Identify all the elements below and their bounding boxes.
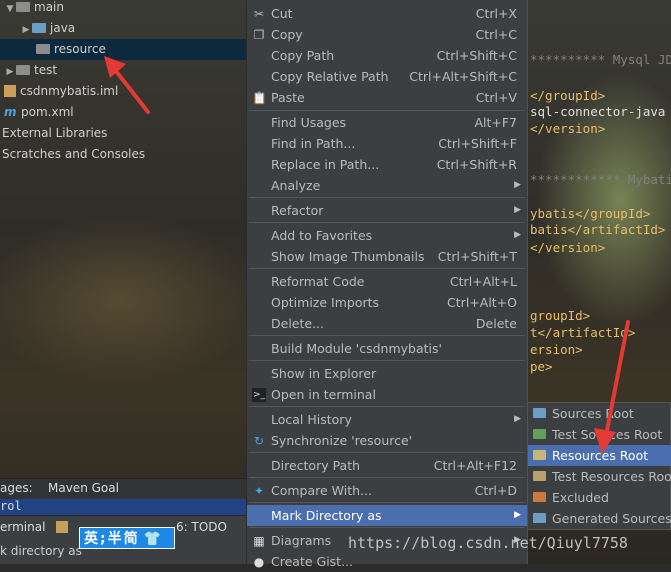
terminal-icon: >_: [252, 388, 266, 402]
chevron-down-icon[interactable]: ▼: [4, 0, 16, 20]
menu-item-cut[interactable]: ✂ Cut Ctrl+X: [247, 3, 527, 24]
menu-item-add-to-favorites[interactable]: Add to Favorites ▶: [247, 225, 527, 246]
module-file-icon: [4, 85, 16, 97]
maven-icon: m: [4, 105, 17, 119]
code-line: ************ Mybati: [530, 172, 671, 187]
submenu-arrow-icon: ▶: [514, 180, 521, 190]
submenu-item-excluded[interactable]: Excluded: [528, 487, 671, 508]
menu-item-show-image-thumbnails[interactable]: Show Image Thumbnails Ctrl+Shift+T: [247, 246, 527, 267]
menu-separator: [249, 360, 525, 361]
folder-icon: [36, 44, 50, 54]
resources-folder-icon: [533, 450, 546, 460]
maven-goal-tab[interactable]: Maven Goal: [48, 481, 119, 495]
submenu-arrow-icon: ▶: [514, 205, 521, 215]
code-line: ybatis</groupId>: [530, 206, 651, 221]
menu-item-copy[interactable]: ❐ Copy Ctrl+C: [247, 24, 527, 45]
menu-item-refactor[interactable]: Refactor ▶: [247, 200, 527, 221]
tree-item-scratches[interactable]: Scratches and Consoles: [2, 144, 145, 165]
menu-separator: [249, 197, 525, 198]
menu-separator: [249, 527, 525, 528]
source-folder-icon: [32, 23, 46, 33]
scissors-icon: ✂: [253, 7, 265, 21]
code-line: batis</artifactId>: [530, 222, 666, 237]
submenu-arrow-icon: ▶: [514, 230, 521, 240]
selected-output-row: rol: [0, 499, 247, 515]
menu-item-replace-in-path[interactable]: Replace in Path... Ctrl+Shift+R: [247, 154, 527, 175]
menu-item-directory-path[interactable]: Directory Path Ctrl+Alt+F12: [247, 455, 527, 476]
menu-separator: [249, 335, 525, 336]
menu-item-create-gist[interactable]: ● Create Gist...: [247, 551, 527, 572]
submenu-item-test-resources-root[interactable]: Test Resources Root: [528, 466, 671, 487]
tree-item-external-libraries[interactable]: External Libraries: [2, 123, 107, 144]
source-folder-icon: [533, 408, 546, 418]
code-line: </groupId>: [530, 88, 606, 103]
clipboard-icon: 📋: [252, 91, 267, 105]
build-icon: [56, 521, 68, 533]
generated-folder-icon: [533, 513, 546, 523]
menu-separator: [249, 477, 525, 478]
tree-item-main[interactable]: ▼ main: [4, 0, 64, 18]
tree-item-java[interactable]: ▶ java: [20, 18, 76, 41]
sync-icon: ↻: [253, 434, 265, 448]
menu-item-delete[interactable]: Delete... Delete: [247, 313, 527, 334]
submenu-arrow-icon: ▶: [514, 510, 521, 520]
code-line: ersion>: [530, 342, 583, 357]
menu-separator: [249, 222, 525, 223]
watermark: https://blog.csdn.net/Qiuyl7758: [348, 534, 628, 552]
menu-separator: [249, 452, 525, 453]
messages-tab[interactable]: ages:: [0, 481, 33, 495]
menu-item-copy-path[interactable]: Copy Path Ctrl+Shift+C: [247, 45, 527, 66]
test-resources-folder-icon: [533, 471, 546, 481]
submenu-arrow-icon: ▶: [514, 414, 521, 424]
ime-indicator[interactable]: 英;半简 👕: [79, 527, 175, 549]
annotation-arrow-icon: [104, 56, 150, 114]
test-folder-icon: [533, 429, 546, 439]
code-line: groupId>: [530, 308, 591, 323]
run-panel-header: ages: Maven Goal: [0, 478, 247, 499]
menu-item-synchronize[interactable]: ↻ Synchronize 'resource': [247, 430, 527, 451]
code-line: </version>: [530, 240, 606, 255]
folder-icon: [16, 65, 30, 75]
context-menu: ✂ Cut Ctrl+X ❐ Copy Ctrl+C Copy Path Ctrl+S…: [246, 0, 528, 569]
menu-item-mark-directory-as[interactable]: Mark Directory as ▶: [247, 505, 527, 526]
submenu-item-generated-sources-root[interactable]: Generated Sources R: [528, 508, 671, 529]
menu-item-build-module[interactable]: Build Module 'csdnmybatis': [247, 338, 527, 359]
chevron-right-icon[interactable]: ▶: [20, 20, 32, 41]
menu-item-copy-relative-path[interactable]: Copy Relative Path Ctrl+Alt+Shift+C: [247, 66, 527, 87]
diagram-icon: ▦: [253, 534, 265, 548]
menu-item-show-in-explorer[interactable]: Show in Explorer: [247, 363, 527, 384]
code-line: </version>: [530, 121, 606, 136]
github-icon: ●: [253, 555, 265, 569]
copy-icon: ❐: [253, 28, 265, 42]
code-line: sql-connector-java: [530, 104, 666, 119]
tab-todo[interactable]: 6: TODO: [176, 516, 227, 538]
menu-item-paste[interactable]: 📋 Paste Ctrl+V: [247, 87, 527, 108]
menu-item-find-usages[interactable]: Find Usages Alt+F7: [247, 112, 527, 133]
folder-icon: [16, 2, 30, 12]
menu-separator: [249, 406, 525, 407]
shirt-icon: 👕: [143, 531, 164, 547]
annotation-arrow-icon: [594, 320, 630, 454]
menu-item-optimize-imports[interactable]: Optimize Imports Ctrl+Alt+O: [247, 292, 527, 313]
menu-separator: [249, 268, 525, 269]
menu-item-find-in-path[interactable]: Find in Path... Ctrl+Shift+F: [247, 133, 527, 154]
menu-item-open-in-terminal[interactable]: >_ Open in terminal: [247, 384, 527, 405]
menu-item-local-history[interactable]: Local History ▶: [247, 409, 527, 430]
menu-separator: [249, 502, 525, 503]
menu-separator: [249, 110, 525, 111]
excluded-folder-icon: [533, 492, 546, 502]
tree-item-test[interactable]: ▶ test: [4, 60, 58, 83]
code-line: pe>: [530, 359, 553, 374]
tab-terminal[interactable]: erminal: [0, 516, 45, 538]
menu-item-reformat-code[interactable]: Reformat Code Ctrl+Alt+L: [247, 271, 527, 292]
compare-icon: ✦: [253, 484, 265, 498]
menu-item-analyze[interactable]: Analyze ▶: [247, 175, 527, 196]
tree-item-pom[interactable]: m pom.xml: [4, 102, 74, 123]
menu-item-compare-with[interactable]: ✦ Compare With... Ctrl+D: [247, 480, 527, 501]
code-line: ********** Mysql JD: [530, 52, 671, 67]
chevron-right-icon[interactable]: ▶: [4, 62, 16, 83]
